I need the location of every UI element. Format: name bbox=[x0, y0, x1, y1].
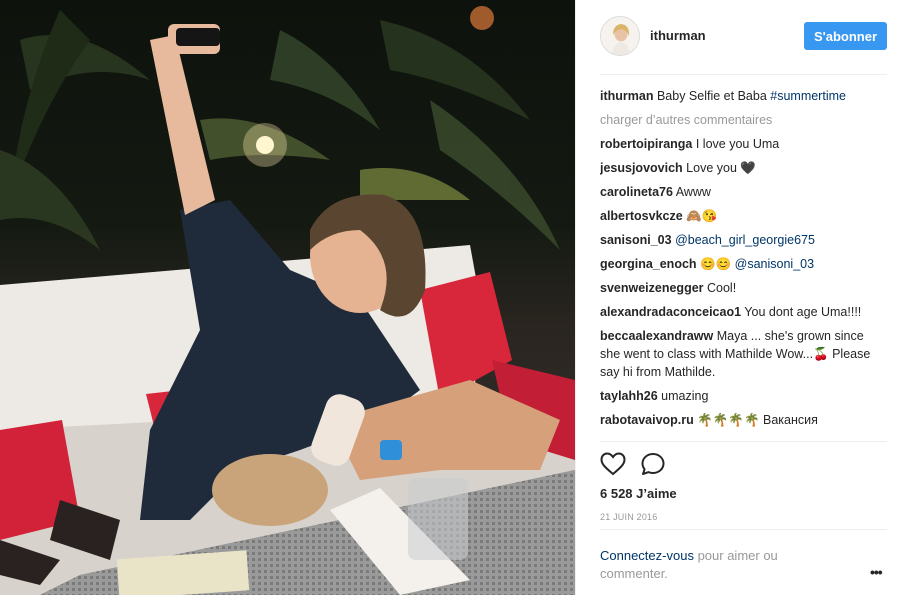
comment-icon[interactable] bbox=[640, 452, 666, 478]
avatar[interactable] bbox=[600, 16, 640, 56]
action-bar bbox=[600, 452, 666, 478]
divider bbox=[600, 441, 887, 442]
avatar-image bbox=[601, 17, 639, 55]
caption: ithurman Baby Selfie et Baba #summertime bbox=[600, 87, 887, 105]
post-photo[interactable] bbox=[0, 0, 575, 595]
comment-username[interactable]: sanisoni_03 bbox=[600, 233, 672, 247]
comment-item: carolineta76 Awww bbox=[600, 183, 887, 201]
divider bbox=[600, 74, 887, 75]
divider bbox=[600, 529, 887, 530]
comment-username[interactable]: carolineta76 bbox=[600, 185, 673, 199]
comment-text: umazing bbox=[661, 389, 709, 403]
comment-item: taylahh26 umazing bbox=[600, 387, 887, 405]
comment-username[interactable]: beccaalexandraww bbox=[600, 329, 713, 343]
comment-item: rabotavaivop.ru 🌴🌴🌴🌴 Вакансия bbox=[600, 411, 887, 429]
likes-count[interactable]: 6 528 J’aime bbox=[600, 486, 677, 501]
comment-text: You dont age Uma!!!! bbox=[744, 305, 862, 319]
login-prompt: Connectez-vous pour aimer ou commenter. bbox=[600, 547, 830, 583]
comment-text: Love you 🖤 bbox=[686, 161, 756, 175]
comment-text: Cool! bbox=[707, 281, 737, 295]
comment-text: 😊😊 bbox=[700, 257, 735, 271]
caption-username[interactable]: ithurman bbox=[600, 89, 653, 103]
comment-item: alexandradaconceicao1 You dont age Uma!!… bbox=[600, 303, 887, 321]
comment-username[interactable]: rabotavaivop.ru bbox=[600, 413, 694, 427]
comment-username[interactable]: jesusjovovich bbox=[600, 161, 683, 175]
comment-text: 🌴🌴🌴🌴 Вакансия bbox=[697, 413, 818, 427]
username[interactable]: ithurman bbox=[650, 28, 706, 43]
comment-mention[interactable]: @beach_girl_georgie675 bbox=[675, 233, 815, 247]
comment-username[interactable]: alexandradaconceicao1 bbox=[600, 305, 741, 319]
post-panel: ithurman S'abonner ithurman Baby Selfie … bbox=[575, 0, 898, 595]
login-link[interactable]: Connectez-vous bbox=[600, 548, 694, 563]
comment-item: robertoipiranga I love you Uma bbox=[600, 135, 887, 153]
heart-icon[interactable] bbox=[600, 452, 626, 478]
comment-username[interactable]: svenweizenegger bbox=[600, 281, 704, 295]
comment-text: Awww bbox=[675, 185, 711, 199]
load-more-comments[interactable]: charger d’autres commentaires bbox=[600, 111, 887, 129]
comment-mention[interactable]: @sanisoni_03 bbox=[735, 257, 814, 271]
comment-text: I love you Uma bbox=[695, 137, 780, 151]
caption-text: Baby Selfie et Baba bbox=[656, 89, 771, 103]
comment-text: 🙈😘 bbox=[686, 209, 718, 223]
comment-username[interactable]: albertosvkcze bbox=[600, 209, 683, 223]
comment-item: sanisoni_03 @beach_girl_georgie675 bbox=[600, 231, 887, 249]
comment-item: jesusjovovich Love you 🖤 bbox=[600, 159, 887, 177]
comment-item: svenweizenegger Cool! bbox=[600, 279, 887, 297]
caption-hashtag[interactable]: #summertime bbox=[770, 89, 846, 103]
comments-list[interactable]: ithurman Baby Selfie et Baba #summertime… bbox=[600, 87, 887, 440]
post-date[interactable]: 21 JUIN 2016 bbox=[600, 512, 657, 522]
post-header: ithurman S'abonner bbox=[576, 0, 898, 74]
comment-item: albertosvkcze 🙈😘 bbox=[600, 207, 887, 225]
comment-username[interactable]: georgina_enoch bbox=[600, 257, 697, 271]
comment-username[interactable]: robertoipiranga bbox=[600, 137, 692, 151]
more-options-icon[interactable]: ••• bbox=[870, 564, 883, 580]
comment-item: georgina_enoch 😊😊 @sanisoni_03 bbox=[600, 255, 887, 273]
photo-illustration bbox=[0, 6, 575, 595]
comment-username[interactable]: taylahh26 bbox=[600, 389, 658, 403]
comment-item: beccaalexandraww Maya ... she's grown si… bbox=[600, 327, 887, 381]
follow-button[interactable]: S'abonner bbox=[804, 22, 887, 50]
